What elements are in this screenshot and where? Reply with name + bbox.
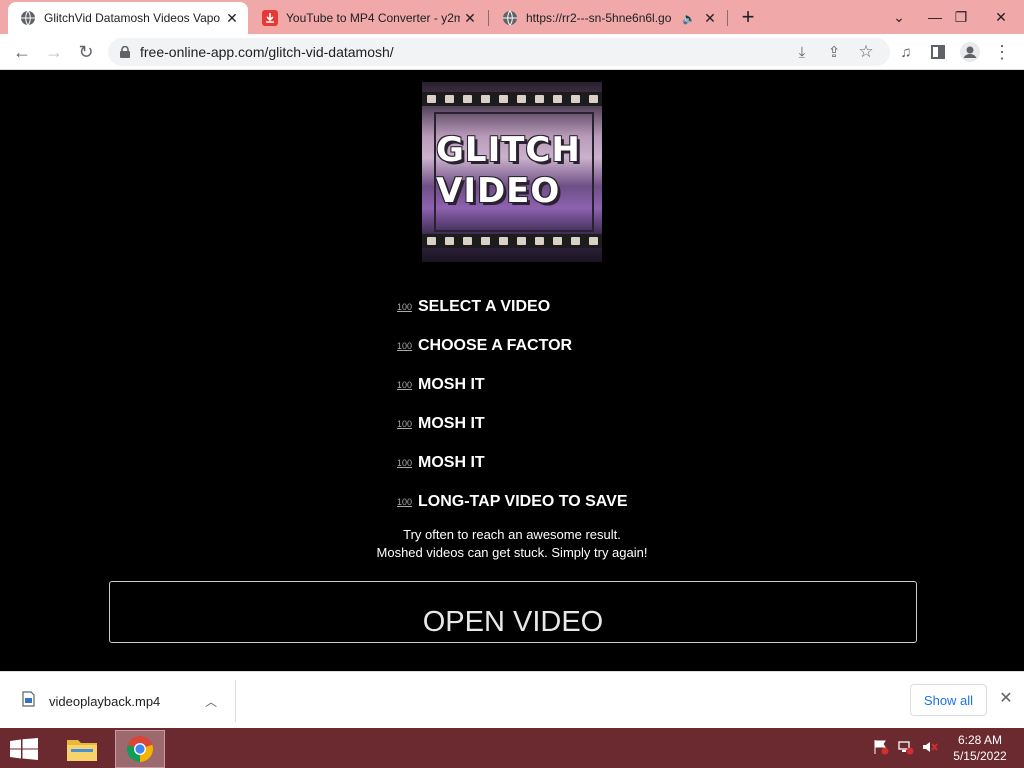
step-label: MOSH IT <box>418 375 485 393</box>
tab-title: GlitchVid Datamosh Videos Vapo <box>44 11 221 25</box>
step-select-video: 100 SELECT A VIDEO <box>397 287 628 326</box>
hint-line-1: Try often to reach an awesome result. <box>403 527 621 542</box>
film-strip-bottom <box>422 234 602 248</box>
step-number: 100 <box>397 379 413 390</box>
step-number: 100 <box>397 496 413 507</box>
step-save: 100 LONG-TAP VIDEO TO SAVE <box>397 482 628 521</box>
tab-title: https://rr2---sn-5hne6n6l.go <box>526 11 672 25</box>
close-window-icon[interactable]: ✕ <box>984 0 1018 34</box>
download-favicon-icon <box>262 10 278 26</box>
clock-time: 6:28 AM <box>957 733 1003 747</box>
speaker-icon[interactable]: 🔈 <box>682 12 696 25</box>
browser-toolbar: ← → ↻ free-online-app.com/glitch-vid-dat… <box>0 34 1024 70</box>
step-label: SELECT A VIDEO <box>418 297 551 315</box>
chevron-up-icon[interactable]: ︿ <box>201 693 221 710</box>
download-filename: videoplayback.mp4 <box>49 693 161 709</box>
tab-title: YouTube to MP4 Converter - y2m <box>286 11 460 25</box>
restore-icon[interactable]: ❐ <box>944 0 978 34</box>
download-bar: videoplayback.mp4 ︿ Show all ✕ <box>0 671 1024 728</box>
step-choose-factor: 100 CHOOSE A FACTOR <box>397 326 628 365</box>
tab-y2mate[interactable]: YouTube to MP4 Converter - y2m ✕ <box>250 2 486 34</box>
network-icon[interactable] <box>897 738 915 756</box>
windows-taskbar: 6:28 AM 5/15/2022 <box>0 728 1024 768</box>
page-content: GLITCH VIDEO 100 SELECT A VIDEO 100 CHOO… <box>0 71 1024 671</box>
reload-icon[interactable]: ↻ <box>72 38 100 66</box>
close-tab-icon[interactable]: ✕ <box>222 8 242 28</box>
menu-kebab-icon[interactable]: ⋮ <box>988 38 1016 66</box>
close-download-bar-icon[interactable]: ✕ <box>996 688 1016 712</box>
film-strip-top <box>422 92 602 106</box>
step-label: MOSH IT <box>418 414 485 432</box>
tab-googlevideo[interactable]: https://rr2---sn-5hne6n6l.go 🔈 ✕ <box>490 2 726 34</box>
tab-glitchvid[interactable]: GlitchVid Datamosh Videos Vapo ✕ <box>8 2 248 34</box>
file-explorer-icon[interactable] <box>57 730 107 768</box>
steps-list: 100 SELECT A VIDEO 100 CHOOSE A FACTOR 1… <box>397 287 628 521</box>
tab-separator <box>727 10 728 26</box>
step-number: 100 <box>397 418 413 429</box>
open-video-label: OPEN VIDEO <box>422 606 604 638</box>
url-text: free-online-app.com/glitch-vid-datamosh/ <box>140 44 394 60</box>
back-arrow-icon[interactable]: ← <box>8 38 36 66</box>
clock-date: 5/15/2022 <box>953 749 1007 763</box>
download-item[interactable]: videoplayback.mp4 ︿ <box>0 680 236 722</box>
share-icon[interactable]: ⇪ <box>820 38 848 66</box>
step-label: LONG-TAP VIDEO TO SAVE <box>418 492 628 510</box>
tab-separator <box>488 10 489 26</box>
install-download-icon[interactable]: ⤓ <box>788 38 816 66</box>
media-control-icon[interactable]: ♫ <box>892 38 920 66</box>
action-center-flag-icon[interactable] <box>872 738 890 756</box>
logo-word-2: VIDEO <box>436 171 561 211</box>
system-clock[interactable]: 6:28 AM 5/15/2022 <box>948 732 1012 764</box>
hint-line-2: Moshed videos can get stuck. Simply try … <box>376 545 648 560</box>
address-bar[interactable]: free-online-app.com/glitch-vid-datamosh/ <box>108 38 890 66</box>
globe-icon <box>502 10 518 26</box>
step-number: 100 <box>397 340 413 351</box>
bookmark-star-icon[interactable]: ☆ <box>852 38 880 66</box>
video-file-icon <box>22 690 35 712</box>
hint-text: Try often to reach an awesome result. Mo… <box>0 526 1024 562</box>
profile-avatar-icon[interactable] <box>956 38 984 66</box>
new-tab-button[interactable]: + <box>736 6 760 30</box>
show-all-button[interactable]: Show all <box>910 684 987 716</box>
logo-word-1: GLITCH <box>436 130 581 170</box>
close-tab-icon[interactable]: ✕ <box>700 8 720 28</box>
side-panel-icon[interactable] <box>924 38 952 66</box>
tab-strip: GlitchVid Datamosh Videos Vapo ✕ YouTube… <box>0 0 1024 34</box>
tab-search-icon[interactable]: ⌄ <box>882 0 916 34</box>
step-number: 100 <box>397 457 413 468</box>
step-mosh-3: 100 MOSH IT <box>397 443 628 482</box>
glitch-video-logo: GLITCH VIDEO <box>422 82 602 262</box>
chrome-taskbar-icon[interactable] <box>115 730 165 768</box>
step-label: MOSH IT <box>418 453 485 471</box>
lock-icon[interactable] <box>120 46 130 58</box>
step-label: CHOOSE A FACTOR <box>418 336 573 354</box>
open-video-button[interactable]: OPEN VIDEO <box>109 581 917 643</box>
forward-arrow-icon[interactable]: → <box>40 38 68 66</box>
step-mosh-1: 100 MOSH IT <box>397 365 628 404</box>
volume-muted-icon[interactable] <box>921 738 939 756</box>
close-tab-icon[interactable]: ✕ <box>460 8 480 28</box>
step-number: 100 <box>397 301 413 312</box>
step-mosh-2: 100 MOSH IT <box>397 404 628 443</box>
windows-start-icon[interactable] <box>10 738 38 760</box>
globe-icon <box>20 10 36 26</box>
